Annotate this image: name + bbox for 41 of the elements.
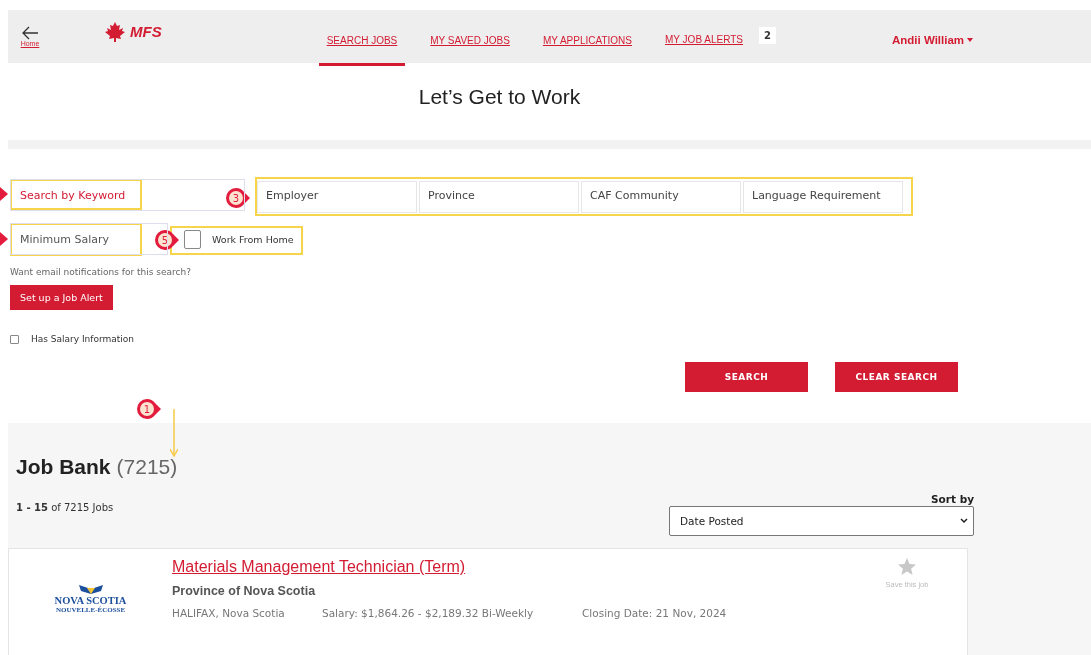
section-heading: Job Bank	[16, 455, 111, 479]
search-button[interactable]: SEARCH	[685, 362, 808, 392]
callout-arrow	[170, 409, 178, 457]
maple-leaf-icon	[103, 21, 127, 42]
clear-search-button[interactable]: CLEAR SEARCH	[835, 362, 958, 392]
job-title-link[interactable]: Materials Management Technician (Term)	[172, 558, 466, 576]
checkbox[interactable]	[184, 229, 201, 249]
job-count: (7215)	[116, 455, 178, 479]
callout-marker: 5	[154, 229, 180, 251]
callout-pointer-icon	[0, 187, 8, 201]
callout-marker: 1	[136, 398, 162, 420]
callout-pointer-icon	[0, 232, 8, 246]
result-range: 1 - 15 of 7215 Jobs	[16, 502, 114, 513]
user-menu[interactable]: Andii William	[886, 32, 980, 47]
logo-wordmark: MFS	[130, 23, 162, 40]
nav-tab[interactable]: MY SAVED JOBS	[422, 10, 518, 66]
caret-icon	[967, 37, 974, 42]
callout-marker: 3	[225, 187, 251, 209]
checkbox-label: Work From Home	[212, 233, 294, 245]
job-alert-button[interactable]: Set up a Job Alert	[10, 285, 113, 310]
alert-count-badge: 2	[759, 27, 776, 44]
select-field[interactable]: Province	[419, 181, 579, 213]
chevron-down-icon	[960, 518, 968, 524]
nav-tab[interactable]: MY JOB ALERTS	[657, 8, 751, 65]
nav-tab[interactable]: MY APPLICATIONS	[534, 10, 640, 66]
checkbox[interactable]	[10, 334, 19, 344]
job-location: HALIFAX, Nova Scotia	[172, 607, 286, 619]
back-arrow-icon	[21, 26, 39, 40]
page-title: Let’s Get to Work	[417, 85, 582, 110]
checkbox-label: Has Salary Information	[31, 334, 135, 344]
employer-logo-text: NOVA SCOTIA	[54, 594, 127, 606]
select-field[interactable]: Employer	[257, 181, 417, 213]
employer-name: Province of Nova Scotia	[172, 584, 317, 598]
select-field[interactable]: Language Requirement	[743, 181, 903, 213]
closing-date: Closing Date: 21 Nov, 2024	[582, 607, 727, 619]
select-field[interactable]: CAF Community	[581, 181, 741, 213]
sort-label: Sort by	[931, 493, 974, 505]
job-salary: Salary: $1,864.26 - $2,189.32 Bi-Weekly	[322, 607, 535, 619]
nav-tab[interactable]: SEARCH JOBS	[318, 10, 406, 66]
notification-prompt: Want email notifications for this search?	[10, 267, 192, 277]
sort-select[interactable]: Date Posted	[669, 506, 974, 536]
